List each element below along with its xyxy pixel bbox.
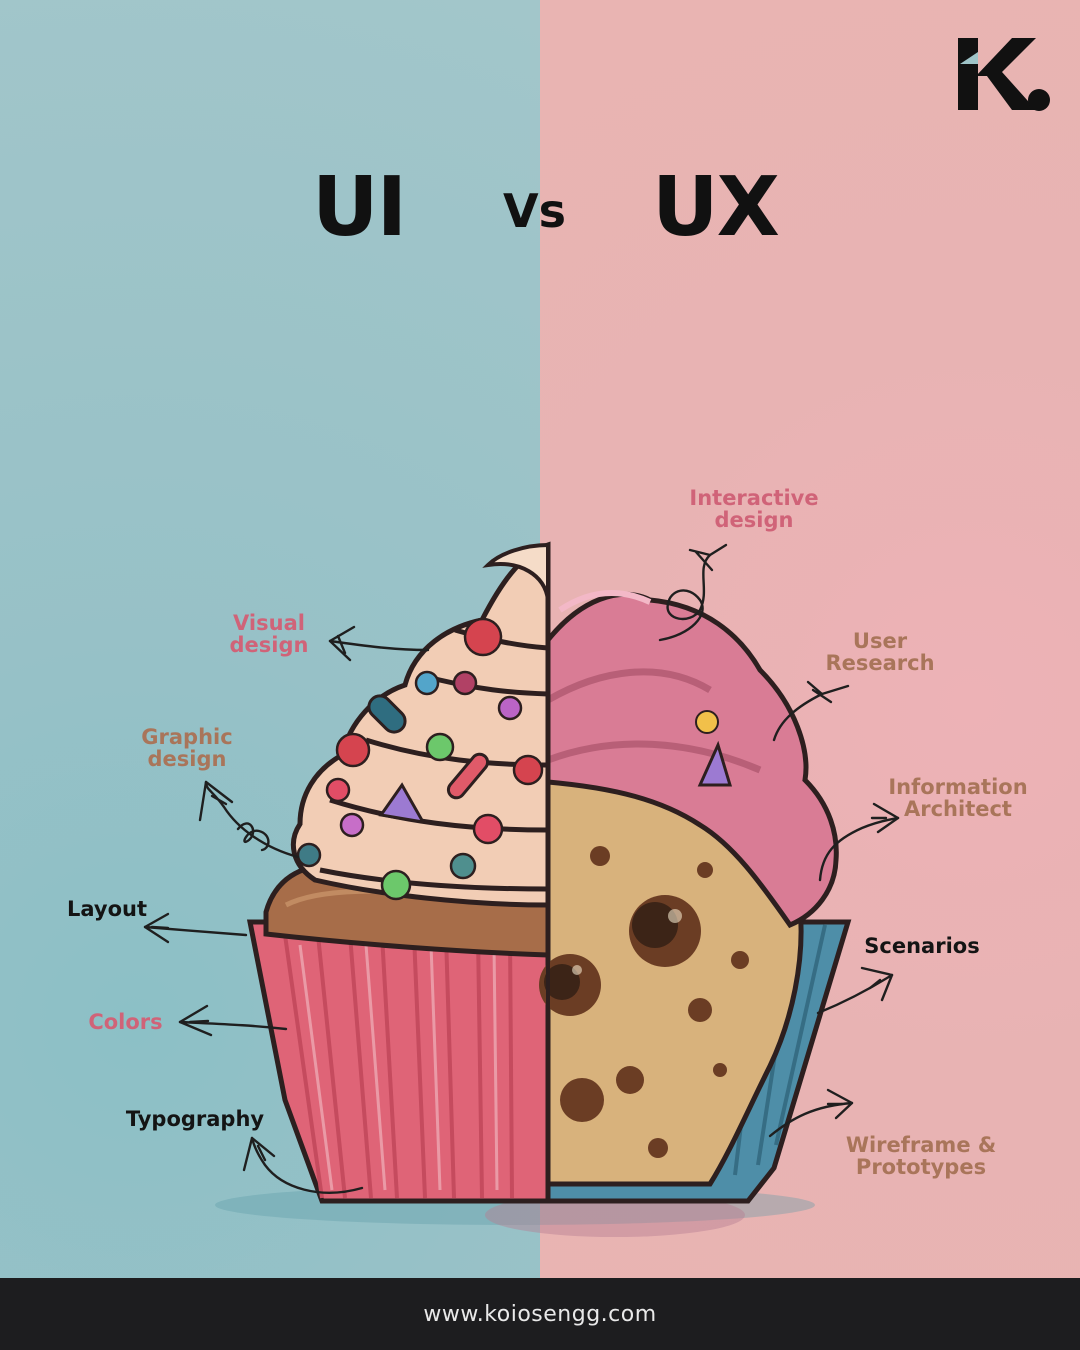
visual-design-arrow <box>328 639 430 652</box>
information-architect-label: Information Architect <box>888 775 1028 821</box>
visual-design-label: Visual design <box>229 611 309 657</box>
left-cupcake-wrapper <box>246 919 551 1204</box>
website-url: www.koiosengg.com <box>423 1301 657 1327</box>
footer: www.koiosengg.com <box>0 1278 1080 1350</box>
interactive-design-label: Interactive design <box>689 486 819 532</box>
wireframe-prototypes-label: Wireframe & Prototypes <box>845 1133 997 1179</box>
layout-label: Layout <box>66 897 147 921</box>
graphic-design-label: Graphic design <box>141 725 233 771</box>
typography-label: Typography <box>125 1107 265 1131</box>
user-research-label: User Research <box>825 629 935 675</box>
scenarios-label: Scenarios <box>864 934 980 958</box>
colors-label: Colors <box>88 1010 163 1034</box>
ui-vs-ux-poster: UI Vs UX Visual design Graphic design La… <box>0 0 1080 1350</box>
left-frosting <box>290 541 551 908</box>
